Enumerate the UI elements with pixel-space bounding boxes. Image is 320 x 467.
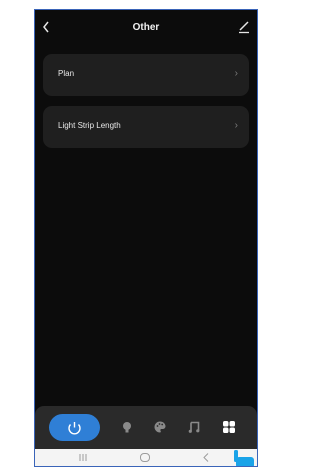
system-back-button[interactable]	[202, 452, 210, 465]
home-icon	[140, 453, 150, 462]
bottom-nav	[35, 406, 257, 449]
more-button[interactable]	[222, 420, 236, 434]
phone-screen: Other Plan › Light Strip Length ›	[34, 9, 258, 467]
palette-icon	[154, 421, 166, 433]
page-title: Other	[132, 22, 160, 33]
plan-label: Plan	[58, 69, 75, 78]
plan-item[interactable]: Plan ›	[43, 54, 249, 96]
chevron-right-icon: ›	[234, 68, 238, 79]
home-button[interactable]	[139, 452, 151, 465]
back-icon	[203, 453, 209, 462]
bulb-button[interactable]	[120, 420, 134, 434]
power-button[interactable]	[49, 414, 100, 441]
grid-icon	[223, 421, 235, 433]
power-icon	[68, 422, 81, 435]
bulb-icon	[123, 422, 131, 433]
recent-apps-icon	[79, 454, 87, 461]
palette-button[interactable]	[153, 420, 167, 434]
edit-icon	[239, 21, 249, 34]
system-navigation-bar	[35, 449, 257, 466]
pointer-hand-icon	[231, 448, 257, 466]
chevron-right-icon: ›	[234, 120, 238, 131]
light-strip-length-label: Light Strip Length	[58, 121, 121, 130]
header: Other	[35, 10, 257, 46]
music-button[interactable]	[187, 420, 201, 434]
music-icon	[188, 421, 200, 433]
light-strip-length-item[interactable]: Light Strip Length ›	[43, 106, 249, 148]
recent-apps-button[interactable]	[78, 452, 88, 465]
edit-button[interactable]	[237, 20, 251, 36]
